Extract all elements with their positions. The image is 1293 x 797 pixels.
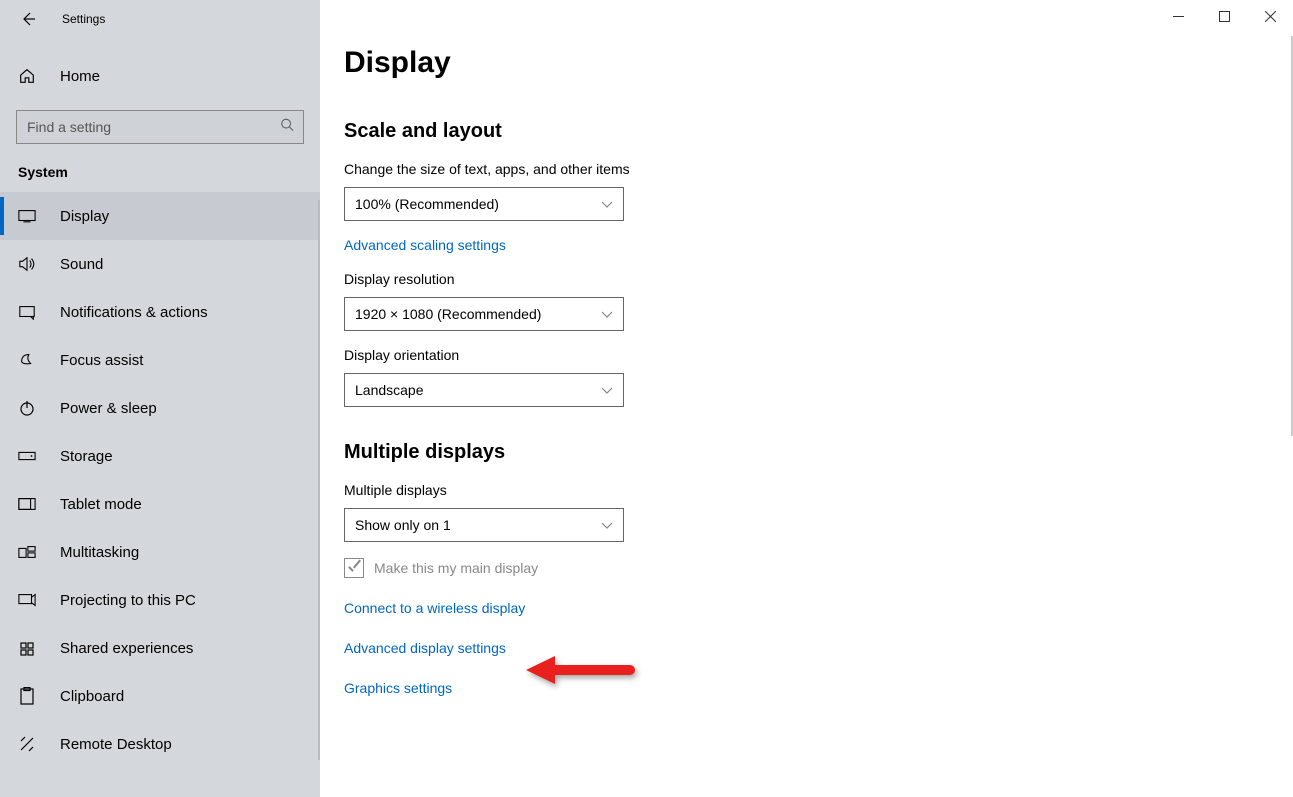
projecting-icon (18, 591, 36, 609)
sidebar-home[interactable]: Home (0, 52, 320, 100)
sidebar-item-multitasking[interactable]: Multitasking (0, 528, 320, 576)
sidebar-item-label: Notifications & actions (60, 304, 208, 321)
sidebar-item-label: Display (60, 208, 109, 225)
chevron-down-icon (601, 196, 613, 212)
sidebar-item-label: Shared experiences (60, 640, 193, 657)
sidebar-item-label: Tablet mode (60, 496, 142, 513)
sidebar-item-clipboard[interactable]: Clipboard (0, 672, 320, 720)
storage-icon (18, 447, 36, 465)
sidebar-item-label: Multitasking (60, 544, 139, 561)
minimize-button[interactable] (1155, 0, 1201, 32)
sidebar-category: System (0, 144, 320, 192)
checkbox-label: Make this my main display (374, 560, 538, 576)
sidebar-item-projecting[interactable]: Projecting to this PC (0, 576, 320, 624)
clipboard-icon (18, 687, 36, 705)
advanced-display-link[interactable]: Advanced display settings (344, 640, 506, 656)
resolution-label: Display resolution (344, 271, 1293, 287)
sidebar-item-tablet-mode[interactable]: Tablet mode (0, 480, 320, 528)
section-multiple-displays: Multiple displays (344, 441, 1293, 464)
checkbox-icon (344, 558, 364, 578)
sidebar-item-label: Sound (60, 256, 103, 273)
display-icon (18, 207, 36, 225)
scale-label: Change the size of text, apps, and other… (344, 161, 1293, 177)
sidebar-item-display[interactable]: Display (0, 192, 320, 240)
sidebar-item-shared-experiences[interactable]: Shared experiences (0, 624, 320, 672)
orientation-value: Landscape (355, 382, 424, 398)
sidebar-item-power-sleep[interactable]: Power & sleep (0, 384, 320, 432)
multi-label: Multiple displays (344, 482, 1293, 498)
remote-desktop-icon (18, 735, 36, 753)
sidebar-item-storage[interactable]: Storage (0, 432, 320, 480)
sidebar: Settings Home System Display (0, 0, 320, 797)
advanced-scaling-link[interactable]: Advanced scaling settings (344, 237, 506, 253)
sidebar-item-label: Projecting to this PC (60, 592, 196, 609)
page-title: Display (344, 46, 1293, 80)
sound-icon (18, 255, 36, 273)
back-button[interactable] (18, 9, 38, 29)
sidebar-item-remote-desktop[interactable]: Remote Desktop (0, 720, 320, 768)
notifications-icon (18, 303, 36, 321)
graphics-settings-link[interactable]: Graphics settings (344, 680, 452, 696)
sidebar-item-focus-assist[interactable]: Focus assist (0, 336, 320, 384)
close-button[interactable] (1247, 0, 1293, 32)
sidebar-item-notifications[interactable]: Notifications & actions (0, 288, 320, 336)
multi-value: Show only on 1 (355, 517, 451, 533)
search-icon (280, 118, 294, 137)
orientation-select[interactable]: Landscape (344, 373, 624, 407)
multi-select[interactable]: Show only on 1 (344, 508, 624, 542)
focus-assist-icon (18, 351, 36, 369)
resolution-value: 1920 × 1080 (Recommended) (355, 306, 541, 322)
shared-icon (18, 639, 36, 657)
main-content: Display Scale and layout Change the size… (320, 0, 1293, 797)
sidebar-item-label: Clipboard (60, 688, 124, 705)
sidebar-item-sound[interactable]: Sound (0, 240, 320, 288)
multitasking-icon (18, 543, 36, 561)
sidebar-item-label: Remote Desktop (60, 736, 172, 753)
wireless-display-link[interactable]: Connect to a wireless display (344, 600, 525, 616)
resolution-select[interactable]: 1920 × 1080 (Recommended) (344, 297, 624, 331)
tablet-icon (18, 495, 36, 513)
scale-select[interactable]: 100% (Recommended) (344, 187, 624, 221)
search-input[interactable] (16, 110, 304, 144)
app-title: Settings (62, 12, 105, 26)
chevron-down-icon (601, 306, 613, 322)
sidebar-item-label: Storage (60, 448, 113, 465)
maximize-button[interactable] (1201, 0, 1247, 32)
chevron-down-icon (601, 517, 613, 533)
home-label: Home (60, 68, 100, 85)
titlebar: Settings (0, 0, 320, 38)
search-box[interactable] (16, 110, 304, 144)
chevron-down-icon (601, 382, 613, 398)
window-controls (1155, 0, 1293, 32)
main-display-checkbox: Make this my main display (344, 558, 1293, 578)
sidebar-nav: Display Sound Notifications & actions Fo… (0, 192, 320, 797)
home-icon (18, 67, 36, 85)
power-icon (18, 399, 36, 417)
sidebar-item-label: Focus assist (60, 352, 143, 369)
orientation-label: Display orientation (344, 347, 1293, 363)
sidebar-item-label: Power & sleep (60, 400, 157, 417)
section-scale-layout: Scale and layout (344, 120, 1293, 143)
scale-value: 100% (Recommended) (355, 196, 499, 212)
